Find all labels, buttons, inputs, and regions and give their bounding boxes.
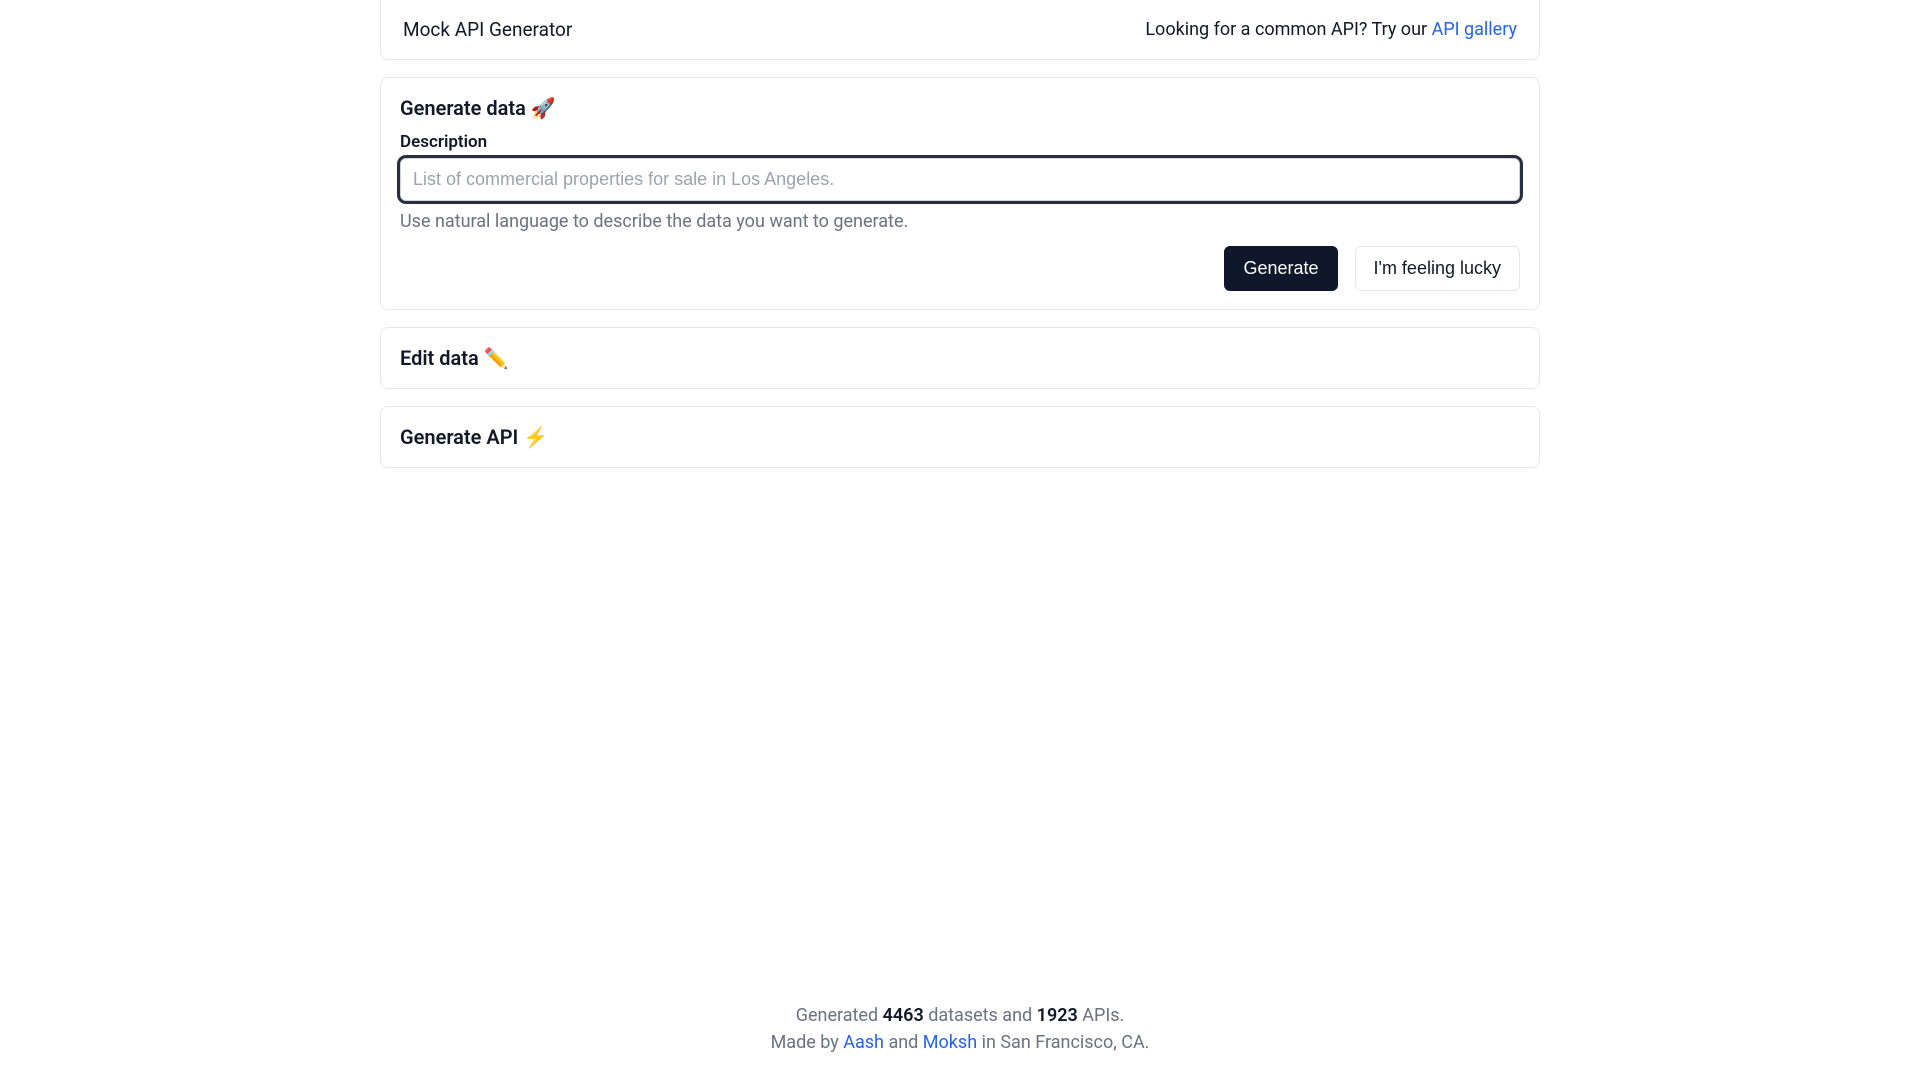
description-helper: Use natural language to describe the dat… [400, 211, 1520, 232]
generate-data-card: Generate data 🚀 Description Use natural … [380, 77, 1540, 310]
edit-data-title: Edit data ✏️ [400, 346, 1520, 370]
footer-location: in San Francisco, CA. [977, 1032, 1149, 1053]
edit-data-card[interactable]: Edit data ✏️ [380, 327, 1540, 389]
app-title: Mock API Generator [403, 18, 572, 41]
topbar-prompt: Looking for a common API? Try our API ga… [1145, 19, 1517, 40]
description-input[interactable] [400, 158, 1520, 201]
footer-apis-count: 1923 [1037, 1005, 1078, 1026]
generate-api-card[interactable]: Generate API ⚡ [380, 406, 1540, 468]
footer-credits: Made by Aash and Moksh in San Francisco,… [0, 1029, 1920, 1056]
topbar: Mock API Generator Looking for a common … [380, 0, 1540, 60]
api-gallery-link[interactable]: API gallery [1432, 19, 1517, 40]
gallery-prompt-text: Looking for a common API? Try our [1145, 19, 1431, 40]
footer: Generated 4463 datasets and 1923 APIs. M… [0, 1002, 1920, 1056]
footer-datasets-mid: datasets and [924, 1005, 1037, 1026]
description-label: Description [400, 132, 1520, 152]
generate-button[interactable]: Generate [1224, 246, 1337, 291]
lucky-button[interactable]: I'm feeling lucky [1355, 246, 1521, 291]
footer-author2-link[interactable]: Moksh [923, 1032, 977, 1053]
footer-generated-prefix: Generated [796, 1005, 883, 1026]
footer-apis-suffix: APIs. [1078, 1005, 1125, 1026]
button-row: Generate I'm feeling lucky [400, 246, 1520, 291]
generate-data-title: Generate data 🚀 [400, 96, 1520, 120]
footer-made-by: Made by [771, 1032, 844, 1053]
footer-author1-link[interactable]: Aash [843, 1032, 884, 1053]
footer-stats: Generated 4463 datasets and 1923 APIs. [0, 1002, 1920, 1029]
footer-and: and [884, 1032, 923, 1053]
generate-api-title: Generate API ⚡ [400, 425, 1520, 449]
footer-datasets-count: 4463 [883, 1005, 924, 1026]
